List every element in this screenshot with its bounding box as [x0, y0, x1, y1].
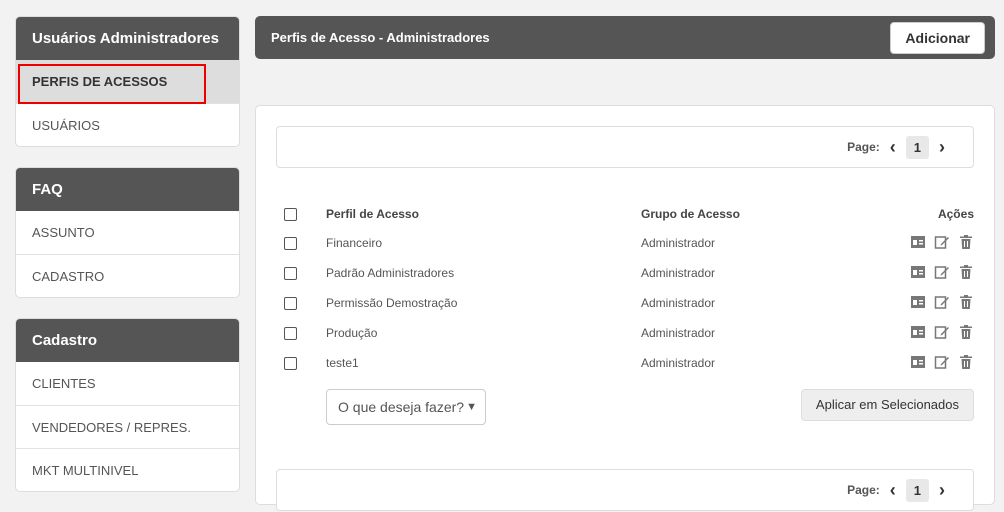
view-card-icon[interactable]: [910, 324, 926, 340]
cell-grupo: Administrador: [641, 326, 716, 340]
row-checkbox[interactable]: [284, 237, 297, 251]
sidebar-item-usuarios[interactable]: USUÁRIOS: [16, 103, 239, 146]
content-panel: Page: ‹ 1 › Perfil de Acesso Grupo de Ac…: [255, 105, 995, 511]
chevron-right-icon[interactable]: ›: [939, 480, 945, 501]
table-row: Padrão Administradores Administrador: [284, 258, 974, 288]
edit-icon[interactable]: [934, 234, 950, 250]
table-row: Produção Administrador: [284, 318, 974, 348]
sidebar-item-mkt-multinivel[interactable]: MKT MULTINIVEL: [16, 448, 239, 491]
edit-icon[interactable]: [934, 294, 950, 310]
sidebar-item-assunto[interactable]: ASSUNTO: [16, 211, 239, 254]
cell-perfil: Permissão Demostração: [326, 296, 458, 310]
trash-icon[interactable]: [958, 324, 974, 340]
view-card-icon[interactable]: [910, 264, 926, 280]
cell-perfil: Financeiro: [326, 236, 383, 250]
trash-icon[interactable]: [958, 264, 974, 280]
select-all-checkbox[interactable]: [284, 208, 297, 222]
view-card-icon[interactable]: [910, 294, 926, 310]
page-title: Perfis de Acesso - Administradores: [271, 30, 490, 45]
profiles-table: Perfil de Acesso Grupo de Acesso Ações F…: [284, 200, 974, 378]
trash-icon[interactable]: [958, 354, 974, 370]
trash-icon[interactable]: [958, 234, 974, 250]
column-header-grupo: Grupo de Acesso: [641, 207, 740, 221]
pagination-bottom: Page: ‹ 1 ›: [276, 469, 974, 511]
menu-block-faq: FAQ ASSUNTO CADASTRO: [15, 167, 240, 298]
page-number[interactable]: 1: [905, 478, 929, 502]
row-checkbox[interactable]: [284, 357, 297, 371]
apply-selected-button[interactable]: Aplicar em Selecionados: [800, 389, 974, 421]
menu-block-admin-users: Usuários Administradores PERFIS DE ACESS…: [15, 16, 240, 147]
row-checkbox[interactable]: [284, 267, 297, 281]
sidebar-item-perfis-de-acessos[interactable]: PERFIS DE ACESSOS: [16, 60, 239, 104]
cell-grupo: Administrador: [641, 266, 716, 280]
edit-icon[interactable]: [934, 324, 950, 340]
sidebar-item-clientes[interactable]: CLIENTES: [16, 362, 239, 405]
page-number[interactable]: 1: [905, 135, 929, 159]
chevron-left-icon[interactable]: ‹: [890, 480, 896, 501]
row-checkbox[interactable]: [284, 297, 297, 311]
add-button[interactable]: Adicionar: [890, 21, 985, 54]
chevron-right-icon[interactable]: ›: [939, 137, 945, 158]
menu-header-admin-users: Usuários Administradores: [16, 17, 239, 60]
table-header-row: Perfil de Acesso Grupo de Acesso Ações: [284, 200, 974, 228]
table-row: Financeiro Administrador: [284, 228, 974, 258]
trash-icon[interactable]: [958, 294, 974, 310]
row-checkbox[interactable]: [284, 327, 297, 341]
pagination-top: Page: ‹ 1 ›: [276, 126, 974, 168]
cell-perfil: Padrão Administradores: [326, 266, 455, 280]
page-label: Page:: [847, 483, 880, 497]
page-label: Page:: [847, 140, 880, 154]
view-card-icon[interactable]: [910, 234, 926, 250]
cell-perfil: teste1: [326, 356, 359, 370]
chevron-left-icon[interactable]: ‹: [890, 137, 896, 158]
cell-grupo: Administrador: [641, 236, 716, 250]
sidebar-item-cadastro[interactable]: CADASTRO: [16, 254, 239, 297]
column-header-acoes: Ações: [937, 207, 974, 221]
edit-icon[interactable]: [934, 354, 950, 370]
page-header: Perfis de Acesso - Administradores Adici…: [255, 16, 995, 59]
cell-grupo: Administrador: [641, 296, 716, 310]
main-content: Perfis de Acesso - Administradores Adici…: [255, 16, 995, 511]
table-row: Permissão Demostração Administrador: [284, 288, 974, 318]
sidebar: Usuários Administradores PERFIS DE ACESS…: [15, 16, 240, 512]
menu-block-cadastro: Cadastro CLIENTES VENDEDORES / REPRES. M…: [15, 318, 240, 492]
bulk-action-select[interactable]: O que deseja fazer? ▼: [326, 389, 486, 425]
sidebar-item-vendedores[interactable]: VENDEDORES / REPRES.: [16, 405, 239, 448]
chevron-down-icon: ▼: [466, 401, 477, 413]
cell-perfil: Produção: [326, 326, 378, 340]
menu-header-cadastro: Cadastro: [16, 319, 239, 362]
menu-header-faq: FAQ: [16, 168, 239, 211]
column-header-perfil: Perfil de Acesso: [326, 207, 419, 221]
cell-grupo: Administrador: [641, 356, 716, 370]
edit-icon[interactable]: [934, 264, 950, 280]
table-row: teste1 Administrador: [284, 348, 974, 378]
view-card-icon[interactable]: [910, 354, 926, 370]
